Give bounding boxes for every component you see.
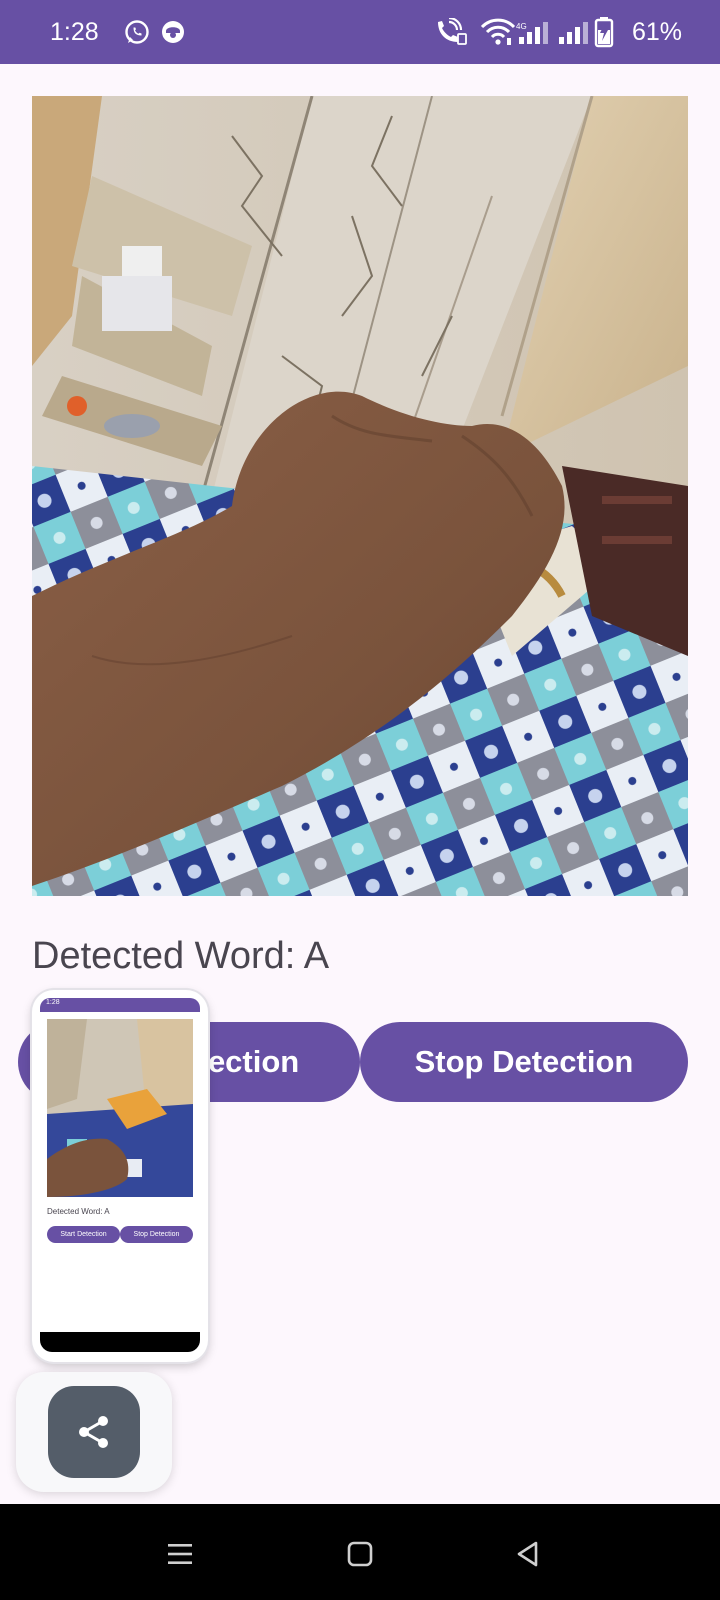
recent-apps-button[interactable] bbox=[160, 1534, 200, 1574]
recent-apps-icon bbox=[168, 1544, 192, 1564]
svg-text:4G: 4G bbox=[516, 22, 527, 31]
thumbnail-status-bar bbox=[40, 998, 200, 1012]
detected-word-label: Detected Word: A bbox=[32, 932, 329, 980]
thumbnail-start-button: Start Detection bbox=[47, 1226, 120, 1243]
status-bar: 1:28 4G 61% bbox=[0, 0, 720, 64]
detected-word-prefix: Detected Word: bbox=[32, 935, 304, 977]
wifi-icon bbox=[480, 18, 516, 45]
thumbnail-time: 1:28 bbox=[46, 999, 60, 1006]
back-icon bbox=[517, 1541, 538, 1567]
stop-detection-button[interactable]: Stop Detection bbox=[360, 1022, 688, 1102]
home-icon bbox=[347, 1541, 373, 1567]
home-button[interactable] bbox=[340, 1534, 380, 1574]
back-button[interactable] bbox=[508, 1534, 548, 1574]
thumbnail-detected-word: Detected Word: A bbox=[47, 1207, 110, 1216]
status-time: 1:28 bbox=[50, 18, 99, 46]
camera-preview bbox=[32, 96, 688, 896]
battery-percent: 61% bbox=[632, 18, 683, 46]
navigation-bar bbox=[0, 1504, 720, 1600]
share-icon bbox=[79, 1416, 108, 1448]
whatsapp-icon bbox=[125, 20, 149, 44]
notification-app-icon bbox=[162, 21, 184, 43]
signal-icon-sim2 bbox=[559, 22, 588, 44]
battery-charging-icon bbox=[594, 17, 614, 48]
thumbnail-stop-button: Stop Detection bbox=[120, 1226, 193, 1243]
signal-icon-sim1: 4G bbox=[516, 22, 548, 44]
screenshot-thumbnail[interactable]: 1:28 Detected Word: A Start Detection St… bbox=[32, 990, 208, 1362]
share-panel bbox=[16, 1372, 172, 1492]
thumbnail-camera-preview bbox=[47, 1019, 193, 1197]
share-button[interactable] bbox=[48, 1386, 140, 1478]
wifi-calling-icon bbox=[438, 18, 467, 45]
thumbnail-nav-bar bbox=[40, 1332, 200, 1352]
detected-word-value: A bbox=[303, 935, 330, 977]
